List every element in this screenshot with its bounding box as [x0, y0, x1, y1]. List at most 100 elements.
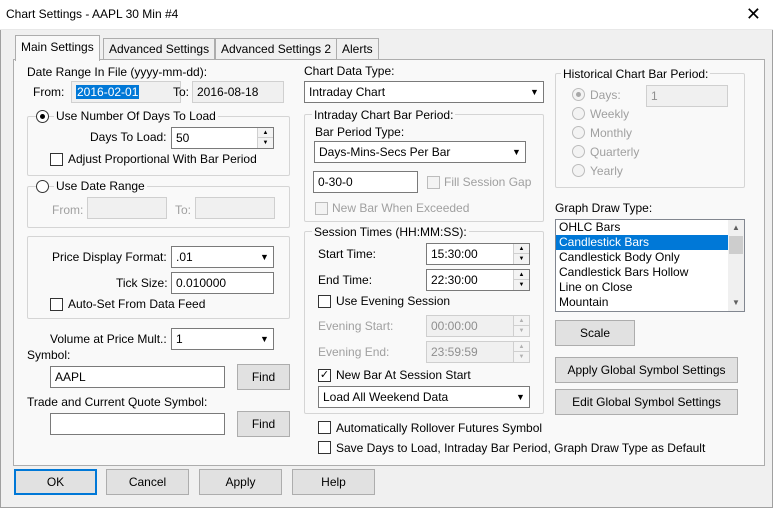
quarterly-label: Quarterly: [590, 145, 640, 159]
tab-advanced-settings[interactable]: Advanced Settings: [103, 38, 216, 60]
bar-period-type-select[interactable]: Days-Mins-Secs Per Bar ▼: [314, 141, 526, 163]
title-bar: Chart Settings - AAPL 30 Min #4 ✕: [0, 0, 773, 30]
tab-alerts[interactable]: Alerts: [336, 38, 379, 60]
chevron-down-icon: ▼: [516, 392, 525, 402]
trade-symbol-label: Trade and Current Quote Symbol:: [27, 395, 208, 409]
historical-days-radio: [572, 88, 585, 101]
chart-data-type-select[interactable]: Intraday Chart ▼: [304, 81, 544, 103]
scroll-thumb[interactable]: [729, 236, 743, 254]
apply-global-settings-button[interactable]: Apply Global Symbol Settings: [555, 357, 738, 383]
symbol-field[interactable]: AAPL: [50, 366, 225, 388]
monthly-radio: [572, 126, 585, 139]
save-default-checkbox[interactable]: [318, 441, 331, 454]
rollover-label: Automatically Rollover Futures Symbol: [336, 421, 543, 435]
end-time-label: End Time:: [318, 273, 373, 287]
bar-period-type-label: Bar Period Type:: [315, 125, 405, 139]
from-label: From:: [33, 85, 65, 99]
yearly-radio: [572, 164, 585, 177]
symbol-find-button[interactable]: Find: [237, 364, 290, 390]
historical-days-label: Days:: [590, 88, 621, 102]
price-format-select[interactable]: .01 ▼: [171, 246, 274, 268]
autoset-checkbox[interactable]: [50, 298, 63, 311]
tab-advanced-settings-2[interactable]: Advanced Settings 2: [215, 38, 338, 60]
session-times-label: Session Times (HH:MM:SS):: [312, 225, 469, 239]
trade-symbol-find-button[interactable]: Find: [237, 411, 290, 437]
start-time-label: Start Time:: [318, 247, 377, 261]
price-format-label: Price Display Format:: [52, 250, 167, 264]
range-to-field: [195, 197, 275, 219]
days-to-load-field[interactable]: 50 ▲ ▼: [171, 127, 274, 149]
evening-end-spinner: ▲ ▼: [513, 342, 529, 362]
use-date-range-label: Use Date Range: [54, 179, 147, 193]
evening-session-checkbox[interactable]: [318, 295, 331, 308]
intraday-period-label: Intraday Chart Bar Period:: [312, 108, 456, 122]
trade-symbol-field[interactable]: [50, 413, 225, 435]
evening-session-label: Use Evening Session: [336, 294, 451, 308]
range-from-label: From:: [52, 203, 84, 217]
chevron-down-icon: ▼: [512, 147, 521, 157]
edit-global-settings-button[interactable]: Edit Global Symbol Settings: [555, 389, 738, 415]
new-bar-exceeded-checkbox: [315, 202, 328, 215]
weekly-radio: [572, 107, 585, 120]
rollover-checkbox[interactable]: [318, 421, 331, 434]
tick-size-field[interactable]: 0.010000: [171, 272, 274, 294]
tab-main-settings[interactable]: Main Settings: [15, 35, 100, 61]
save-default-label: Save Days to Load, Intraday Bar Period, …: [336, 441, 706, 455]
end-time-field[interactable]: 22:30:00 ▲ ▼: [426, 269, 530, 291]
evening-start-label: Evening Start:: [318, 319, 394, 333]
cancel-button[interactable]: Cancel: [106, 469, 189, 495]
date-from-field: 2016-02-01: [71, 81, 181, 103]
scale-button[interactable]: Scale: [555, 320, 635, 346]
help-button[interactable]: Help: [292, 469, 375, 495]
date-range-label: Date Range In File (yyyy-mm-dd):: [27, 65, 208, 79]
use-date-range-radio[interactable]: [36, 180, 49, 193]
historical-period-label: Historical Chart Bar Period:: [561, 67, 711, 81]
fill-session-gap-label: Fill Session Gap: [444, 175, 532, 189]
list-item[interactable]: Candlestick Body Only: [556, 250, 744, 265]
graph-draw-type-list[interactable]: OHLC Bars Candlestick Bars Candlestick B…: [555, 219, 745, 312]
evening-end-label: Evening End:: [318, 345, 390, 359]
quarterly-radio: [572, 145, 585, 158]
weekend-data-select[interactable]: Load All Weekend Data ▼: [318, 386, 530, 408]
use-days-label: Use Number Of Days To Load: [54, 109, 218, 123]
date-to-field: 2016-08-18: [192, 81, 284, 103]
range-to-label: To:: [175, 203, 192, 217]
list-item[interactable]: Line on Close: [556, 280, 744, 295]
fill-session-gap-checkbox: [427, 176, 440, 189]
evening-start-field: 00:00:00 ▲ ▼: [426, 315, 530, 337]
scroll-down-icon[interactable]: ▼: [728, 295, 744, 311]
new-bar-session-checkbox[interactable]: ✓: [318, 369, 331, 382]
new-bar-exceeded-label: New Bar When Exceeded: [332, 201, 470, 215]
bar-period-field[interactable]: 0-30-0: [313, 171, 418, 193]
evening-end-field: 23:59:59 ▲ ▼: [426, 341, 530, 363]
start-time-field[interactable]: 15:30:00 ▲ ▼: [426, 243, 530, 265]
chart-data-type-label: Chart Data Type:: [304, 64, 395, 78]
range-from-field: [87, 197, 167, 219]
list-item[interactable]: OHLC Bars: [556, 220, 744, 235]
monthly-label: Monthly: [590, 126, 633, 140]
autoset-label: Auto-Set From Data Feed: [68, 297, 206, 311]
scroll-up-icon[interactable]: ▲: [728, 220, 744, 236]
apply-button[interactable]: Apply: [199, 469, 282, 495]
weekly-label: Weekly: [590, 107, 630, 121]
volume-mult-label: Volume at Price Mult.:: [50, 332, 167, 346]
adjust-proportional-checkbox[interactable]: [50, 153, 63, 166]
days-spinner[interactable]: ▲ ▼: [257, 128, 273, 148]
close-icon[interactable]: ✕: [746, 3, 761, 25]
end-time-spinner[interactable]: ▲ ▼: [513, 270, 529, 290]
use-days-radio[interactable]: [36, 110, 49, 123]
list-item[interactable]: Candlestick Bars: [556, 235, 744, 250]
tick-size-label: Tick Size:: [116, 276, 168, 290]
chevron-down-icon: ▼: [530, 87, 539, 97]
ok-button[interactable]: OK: [14, 469, 97, 495]
list-item[interactable]: Candlestick Bars Hollow: [556, 265, 744, 280]
to-label: To:: [173, 85, 190, 99]
window-title: Chart Settings - AAPL 30 Min #4: [6, 7, 179, 21]
new-bar-session-label: New Bar At Session Start: [336, 368, 471, 382]
days-to-load-label: Days To Load:: [90, 130, 167, 144]
start-time-spinner[interactable]: ▲ ▼: [513, 244, 529, 264]
list-scrollbar[interactable]: ▲ ▼: [728, 220, 744, 311]
volume-mult-select[interactable]: 1 ▼: [171, 328, 274, 350]
yearly-label: Yearly: [590, 164, 623, 178]
list-item[interactable]: Mountain: [556, 295, 744, 310]
